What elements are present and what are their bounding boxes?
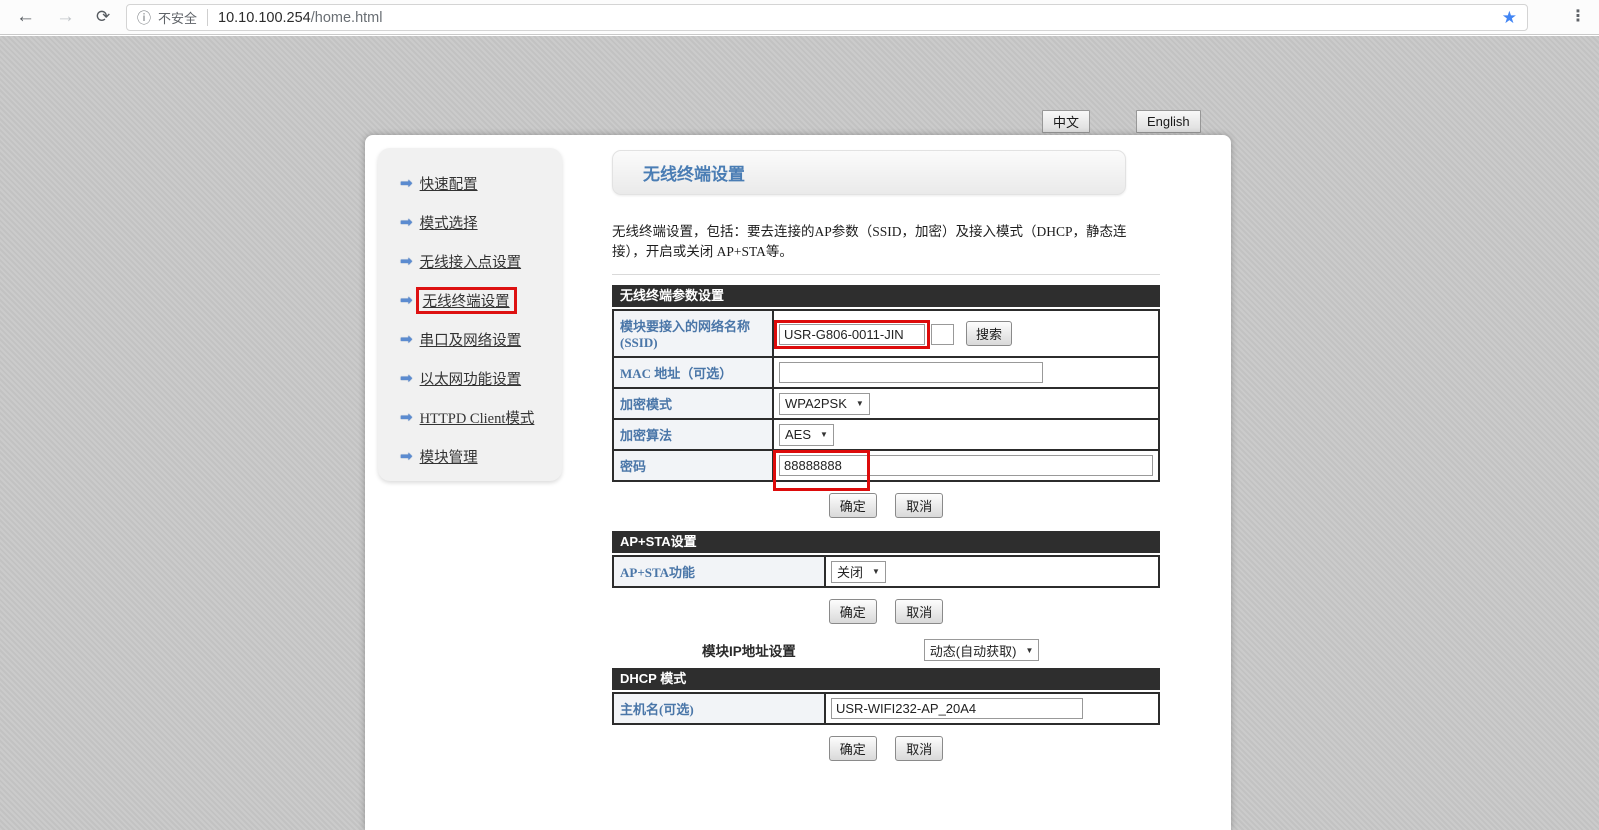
module-ip-row: 模块IP地址设置 动态(自动获取)▼ — [612, 639, 1160, 661]
dropdown-arrow-icon: ▼ — [820, 430, 828, 439]
apsta-function-select[interactable]: 关闭▼ — [831, 561, 886, 583]
sidebar-item-module-management[interactable]: ➡ 模块管理 — [400, 445, 562, 467]
arrow-right-icon: ➡ — [400, 215, 413, 230]
sidebar-item-sta-settings[interactable]: ➡ 无线终端设置 — [400, 289, 562, 311]
sta-params-table: 模块要接入的网络名称(SSID) 搜索 MAC 地址（可选） 加密模式 WPA2… — [612, 309, 1160, 482]
encryption-mode-label: 加密模式 — [613, 388, 773, 419]
sidebar-link[interactable]: 模式选择 — [420, 212, 478, 233]
module-ip-select[interactable]: 动态(自动获取)▼ — [924, 639, 1040, 661]
hostname-label: 主机名(可选) — [613, 693, 825, 724]
sidebar-link[interactable]: 快速配置 — [420, 173, 478, 194]
sta-table-header: 无线终端参数设置 — [612, 285, 1160, 307]
arrow-right-icon: ➡ — [400, 332, 413, 347]
table-row: 加密算法 AES▼ — [613, 419, 1159, 450]
forward-icon[interactable]: → — [56, 5, 75, 29]
ssid-aux-input[interactable] — [931, 324, 954, 345]
table-row: 加密模式 WPA2PSK▼ — [613, 388, 1159, 419]
ok-button[interactable]: 确定 — [829, 736, 877, 761]
page-background: 中文 English ➡ 快速配置 ➡ 模式选择 ➡ 无线接入点设置 ➡ 无线终… — [0, 36, 1599, 830]
encryption-algorithm-select[interactable]: AES▼ — [779, 424, 834, 446]
sidebar-item-mode-select[interactable]: ➡ 模式选择 — [400, 211, 562, 233]
ssid-input[interactable] — [779, 324, 925, 345]
hostname-input[interactable] — [831, 698, 1083, 719]
dropdown-arrow-icon: ▼ — [872, 567, 880, 576]
mac-label: MAC 地址（可选） — [613, 357, 773, 388]
table-row: 主机名(可选) — [613, 693, 1159, 724]
table-row: AP+STA功能 关闭▼ — [613, 556, 1159, 587]
sidebar-link[interactable]: 以太网功能设置 — [420, 368, 522, 389]
arrow-right-icon: ➡ — [400, 176, 413, 191]
sta-buttons-row: 确定 取消 — [612, 493, 1160, 518]
dhcp-buttons-row: 确定 取消 — [612, 736, 1160, 761]
back-icon[interactable]: ← — [16, 5, 35, 29]
apsta-table: AP+STA功能 关闭▼ — [612, 555, 1160, 588]
dhcp-table-header: DHCP 模式 — [612, 668, 1160, 690]
dropdown-arrow-icon: ▼ — [1025, 646, 1033, 655]
table-row: MAC 地址（可选） — [613, 357, 1159, 388]
module-ip-label: 模块IP地址设置 — [702, 640, 796, 660]
search-button[interactable]: 搜索 — [966, 321, 1012, 346]
encryption-algorithm-label: 加密算法 — [613, 419, 773, 450]
sidebar-link[interactable]: 模块管理 — [420, 446, 478, 467]
annotation-red-box: 无线终端设置 — [416, 287, 517, 314]
url-path: /home.html — [311, 10, 383, 26]
info-icon[interactable]: ⓘ — [137, 8, 151, 28]
mac-input[interactable] — [779, 362, 1043, 383]
sidebar-item-ap-settings[interactable]: ➡ 无线接入点设置 — [400, 250, 562, 272]
bookmark-star-icon[interactable]: ★ — [1502, 8, 1517, 28]
apsta-buttons-row: 确定 取消 — [612, 599, 1160, 624]
cancel-button[interactable]: 取消 — [895, 599, 943, 624]
sidebar-menu: ➡ 快速配置 ➡ 模式选择 ➡ 无线接入点设置 ➡ 无线终端设置 ➡ 串口及网络… — [378, 148, 562, 481]
page-title-box: 无线终端设置 — [612, 150, 1126, 195]
sidebar-link[interactable]: 无线接入点设置 — [420, 251, 522, 272]
ok-button[interactable]: 确定 — [829, 493, 877, 518]
cancel-button[interactable]: 取消 — [895, 493, 943, 518]
table-row: 密码 — [613, 450, 1159, 481]
dropdown-arrow-icon: ▼ — [856, 399, 864, 408]
page-description: 无线终端设置，包括：要去连接的AP参数（SSID，加密）及接入模式（DHCP，静… — [612, 222, 1158, 261]
sidebar-item-quick-config[interactable]: ➡ 快速配置 — [400, 172, 562, 194]
apsta-table-header: AP+STA设置 — [612, 531, 1160, 553]
browser-menu-icon[interactable]: ⋮ — [1570, 6, 1586, 26]
arrow-right-icon: ➡ — [400, 371, 413, 386]
url-host: 10.10.100.254 — [218, 10, 311, 26]
sidebar-item-httpd-client[interactable]: ➡ HTTPD Client模式 — [400, 406, 562, 428]
reload-icon[interactable]: ⟳ — [96, 5, 110, 29]
main-content: 无线终端设置 无线终端设置，包括：要去连接的AP参数（SSID，加密）及接入模式… — [612, 150, 1160, 774]
encryption-mode-select[interactable]: WPA2PSK▼ — [779, 393, 870, 415]
arrow-right-icon: ➡ — [400, 449, 413, 464]
divider — [612, 274, 1160, 275]
security-label: 不安全 — [158, 8, 197, 27]
dhcp-table: 主机名(可选) — [612, 692, 1160, 725]
ssid-label: 模块要接入的网络名称(SSID) — [613, 310, 773, 357]
page-title: 无线终端设置 — [643, 160, 745, 185]
sidebar-link[interactable]: 串口及网络设置 — [420, 329, 522, 350]
password-input[interactable] — [779, 455, 1153, 476]
address-divider — [207, 9, 208, 26]
sidebar-item-ethernet-settings[interactable]: ➡ 以太网功能设置 — [400, 367, 562, 389]
arrow-right-icon: ➡ — [400, 410, 413, 425]
arrow-right-icon: ➡ — [400, 293, 413, 308]
browser-toolbar: ← → ⟳ ⓘ 不安全 10.10.100.254 /home.html ★ ⋮ — [0, 0, 1599, 35]
language-english-button[interactable]: English — [1136, 110, 1201, 133]
apsta-function-label: AP+STA功能 — [613, 556, 825, 587]
address-bar[interactable]: ⓘ 不安全 10.10.100.254 /home.html ★ — [126, 4, 1528, 31]
arrow-right-icon: ➡ — [400, 254, 413, 269]
password-label: 密码 — [613, 450, 773, 481]
sidebar-link[interactable]: HTTPD Client模式 — [420, 407, 535, 428]
sidebar-item-uart-settings[interactable]: ➡ 串口及网络设置 — [400, 328, 562, 350]
cancel-button[interactable]: 取消 — [895, 736, 943, 761]
sidebar-link-active[interactable]: 无线终端设置 — [423, 294, 510, 310]
table-row: 模块要接入的网络名称(SSID) 搜索 — [613, 310, 1159, 357]
ok-button[interactable]: 确定 — [829, 599, 877, 624]
content-panel: ➡ 快速配置 ➡ 模式选择 ➡ 无线接入点设置 ➡ 无线终端设置 ➡ 串口及网络… — [365, 135, 1231, 830]
language-chinese-button[interactable]: 中文 — [1042, 110, 1090, 133]
